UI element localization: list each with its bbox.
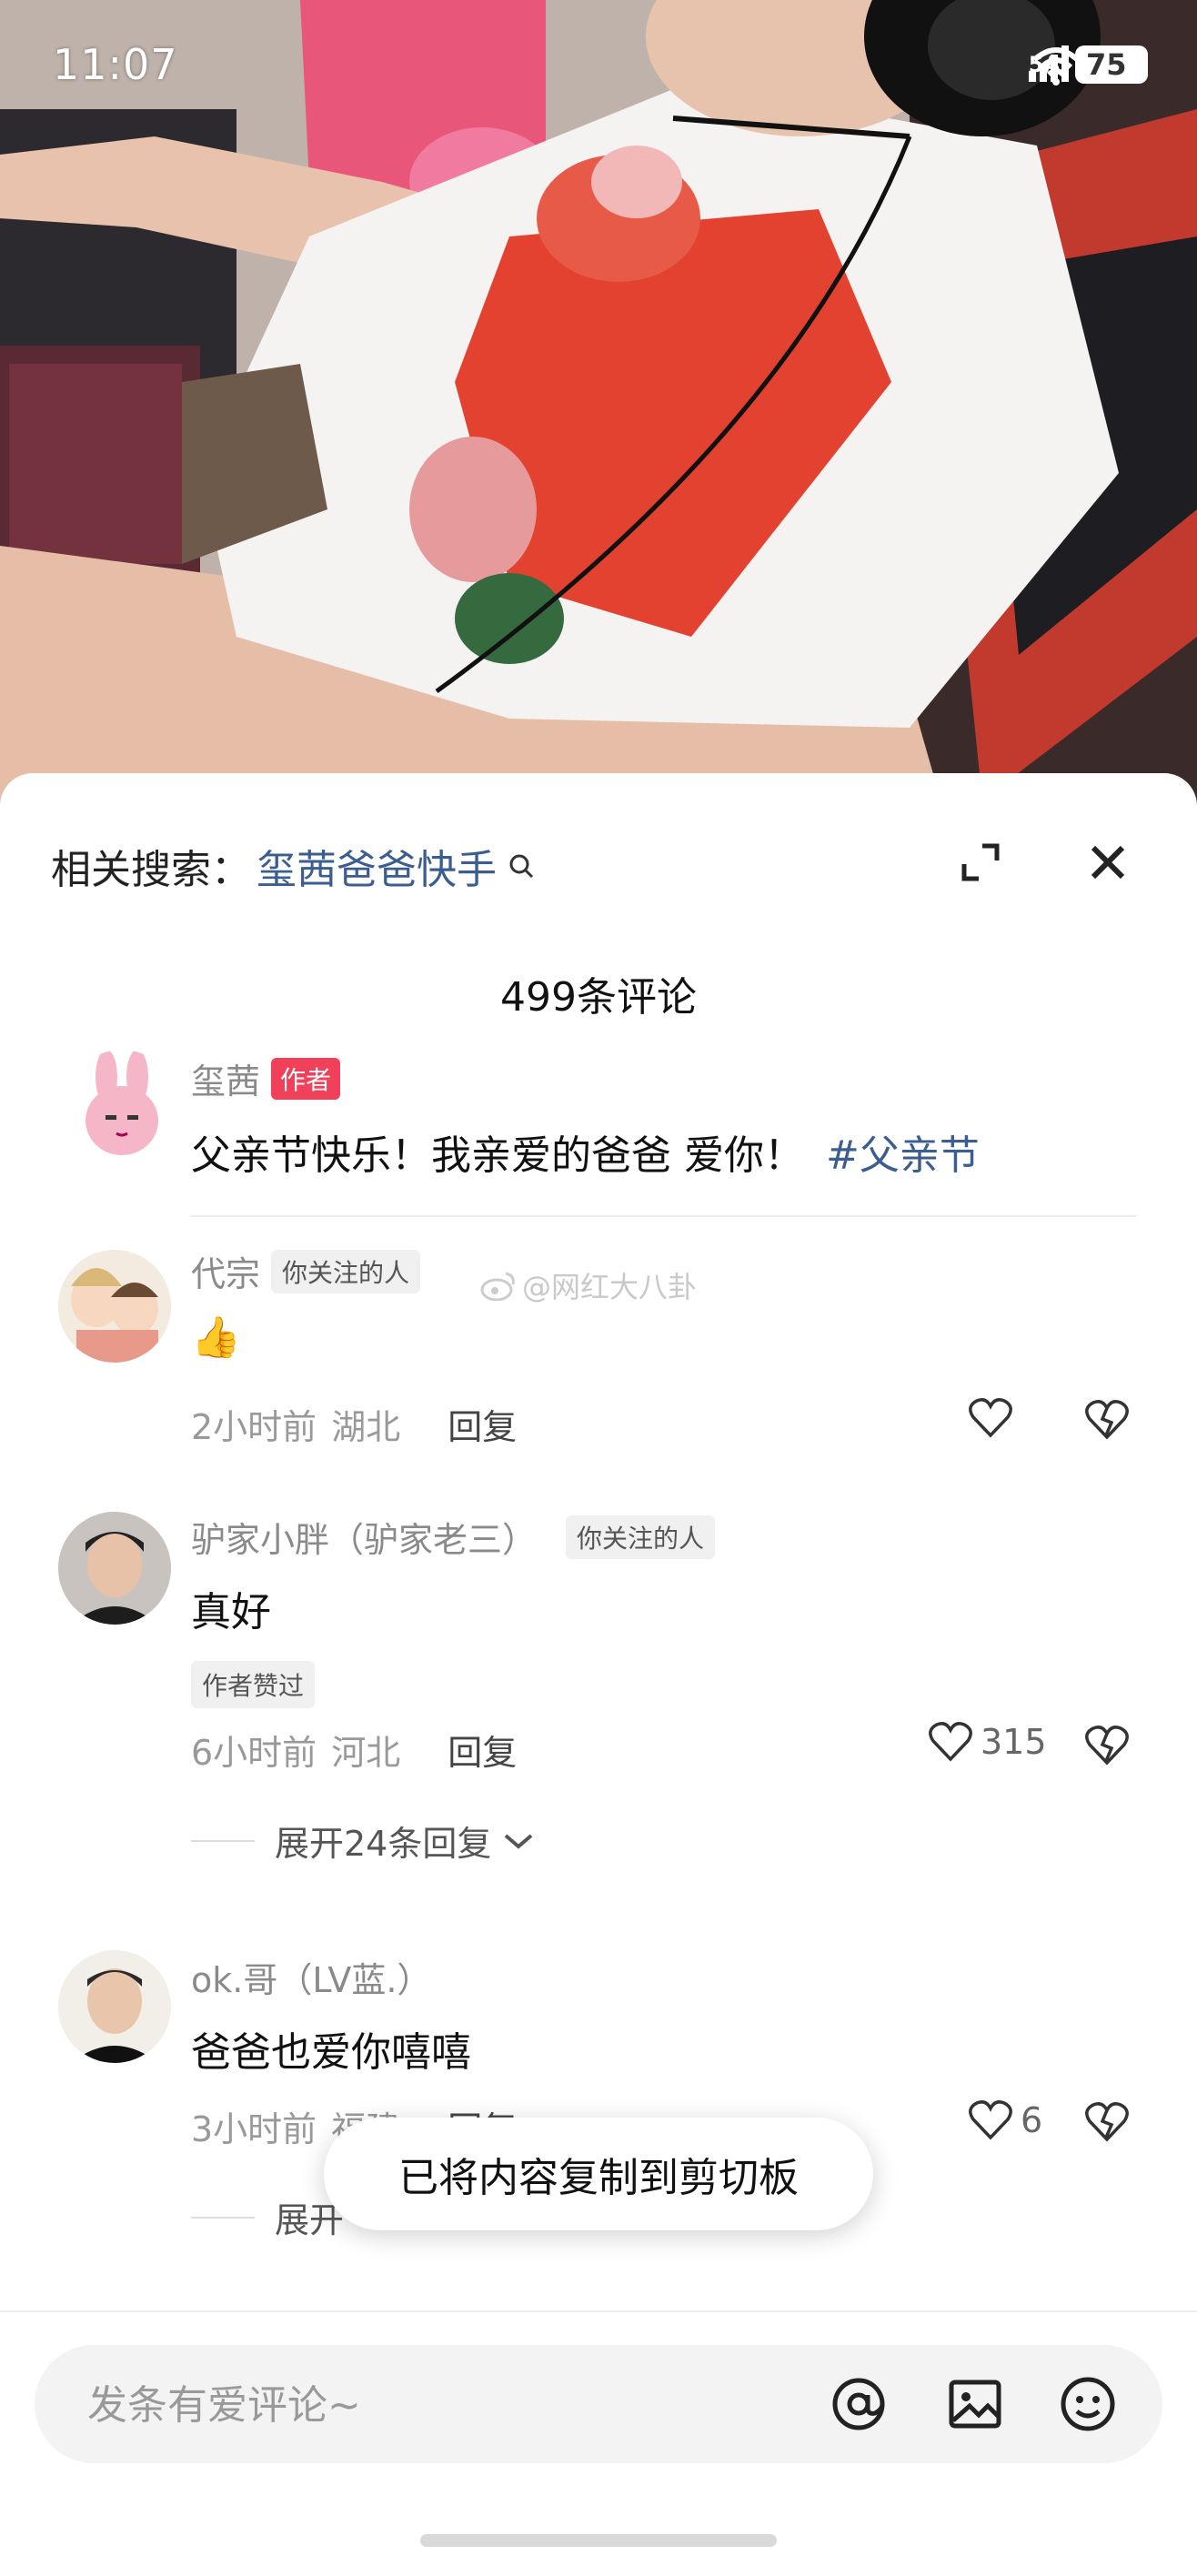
emoji-icon[interactable] xyxy=(1059,2375,1117,2433)
like-count: 6 xyxy=(1021,2100,1043,2140)
comment-user-name[interactable]: ok.哥（LV蓝.） xyxy=(191,1952,431,2002)
battery-level: 75 xyxy=(1075,45,1148,84)
expand-replies-label: 展开24条回复 xyxy=(275,1824,492,1864)
follow-tag: 你关注的人 xyxy=(566,1514,716,1559)
related-search-label: 相关搜索： xyxy=(51,847,251,893)
author-comment-body: 父亲节快乐！我亲爱的爸爸 爱你！ xyxy=(191,1132,804,1179)
comment-input[interactable] xyxy=(86,2345,780,2465)
expand-replies-button[interactable]: 展开 xyxy=(191,2192,344,2242)
like-button[interactable]: 6 xyxy=(968,2099,1042,2141)
broken-heart-icon[interactable] xyxy=(1084,2101,1130,2143)
like-button[interactable] xyxy=(968,1397,1021,1439)
cartoon-avatar-icon xyxy=(58,1250,171,1363)
status-time: 11:07 xyxy=(53,40,178,89)
comment-user-name[interactable]: 代宗 你关注的人 xyxy=(191,1246,421,1296)
comment-input-bar xyxy=(35,2345,1162,2465)
comment-sheet: 相关搜索： 玺茜爸爸快手 499条评论 玺茜 作者 父亲节快乐！我亲爱的爸爸 爱… xyxy=(0,773,1197,2576)
heart-icon xyxy=(969,2100,1012,2140)
status-bar: 11:07 5A 75 xyxy=(0,0,1197,136)
like-count: 315 xyxy=(981,1722,1047,1762)
broken-heart-icon[interactable] xyxy=(1084,1399,1130,1441)
comment-author-name[interactable]: 玺茜 作者 xyxy=(191,1053,341,1103)
image-icon[interactable] xyxy=(946,2375,1004,2433)
comment-region: 湖北 xyxy=(331,1407,401,1447)
comment-user-name[interactable]: 驴家小胖（驴家老三） 你关注的人 xyxy=(191,1512,716,1562)
reply-button[interactable]: 回复 xyxy=(448,1725,517,1775)
like-button[interactable]: 315 xyxy=(928,1721,1047,1763)
user-name[interactable]: 驴家小胖（驴家老三） xyxy=(191,1512,537,1562)
broken-heart-icon[interactable] xyxy=(1084,1725,1130,1766)
at-icon[interactable] xyxy=(830,2375,888,2433)
bunny-avatar-icon xyxy=(86,1050,158,1155)
search-icon xyxy=(509,854,534,879)
close-icon[interactable] xyxy=(1082,837,1133,888)
reply-button[interactable]: 回复 xyxy=(448,1399,517,1449)
person-avatar-icon xyxy=(58,1950,171,2063)
weibo-icon xyxy=(480,1272,515,1301)
comment-region: 河北 xyxy=(331,1733,401,1773)
divider xyxy=(191,1215,1137,1217)
signal-icon xyxy=(1028,45,1069,82)
home-indicator[interactable] xyxy=(420,2534,777,2547)
author-liked-badge: 作者赞过 xyxy=(191,1661,316,1708)
person-avatar-icon xyxy=(58,1512,171,1625)
watermark: @网红大八卦 xyxy=(480,1264,697,1306)
avatar[interactable] xyxy=(65,1050,178,1162)
divider-line xyxy=(191,2216,255,2219)
comment-time: 2小时前 xyxy=(191,1407,317,1447)
comment-text[interactable]: 👍 xyxy=(191,1313,241,1361)
user-name[interactable]: 代宗 xyxy=(191,1246,260,1296)
comment-count: 499条评论 xyxy=(500,974,697,1021)
expand-replies-button[interactable]: 展开24条回复 xyxy=(191,1816,535,1866)
watermark-text: @网红大八卦 xyxy=(522,1270,698,1304)
copied-toast: 已将内容复制到剪切板 xyxy=(324,2118,873,2230)
related-search-keyword[interactable]: 玺茜爸爸快手 xyxy=(256,837,497,895)
user-name[interactable]: ok.哥（LV蓝.） xyxy=(191,1952,431,2002)
comment-time: 3小时前 xyxy=(191,2109,317,2149)
avatar[interactable] xyxy=(58,1950,171,2063)
heart-icon xyxy=(929,1722,972,1762)
author-tag: 作者 xyxy=(271,1057,341,1100)
avatar[interactable] xyxy=(58,1250,171,1363)
expand-icon[interactable] xyxy=(955,837,1006,888)
hashtag-link[interactable]: #父亲节 xyxy=(826,1132,980,1179)
chevron-down-icon xyxy=(505,1833,533,1849)
author-name[interactable]: 玺茜 xyxy=(191,1053,260,1103)
author-comment-text[interactable]: 父亲节快乐！我亲爱的爸爸 爱你！ #父亲节 xyxy=(191,1122,980,1181)
related-search[interactable]: 相关搜索： 玺茜爸爸快手 xyxy=(51,837,535,895)
video-preview[interactable]: 11:07 5A 75 xyxy=(0,0,1197,819)
comment-time: 6小时前 xyxy=(191,1733,317,1773)
input-divider xyxy=(0,2310,1197,2312)
avatar[interactable] xyxy=(58,1512,171,1625)
comment-meta: 6小时前 河北 回复 xyxy=(191,1725,517,1775)
follow-tag: 你关注的人 xyxy=(271,1249,421,1293)
comment-text[interactable]: 真好 xyxy=(191,1579,271,1637)
comment-text[interactable]: 爸爸也爱你嘻嘻 xyxy=(191,2019,471,2078)
status-icons: 5A 75 xyxy=(1028,45,1148,86)
heart-icon xyxy=(969,1398,1012,1438)
divider-line xyxy=(191,1839,255,1842)
comment-meta: 2小时前 湖北 回复 xyxy=(191,1399,517,1449)
